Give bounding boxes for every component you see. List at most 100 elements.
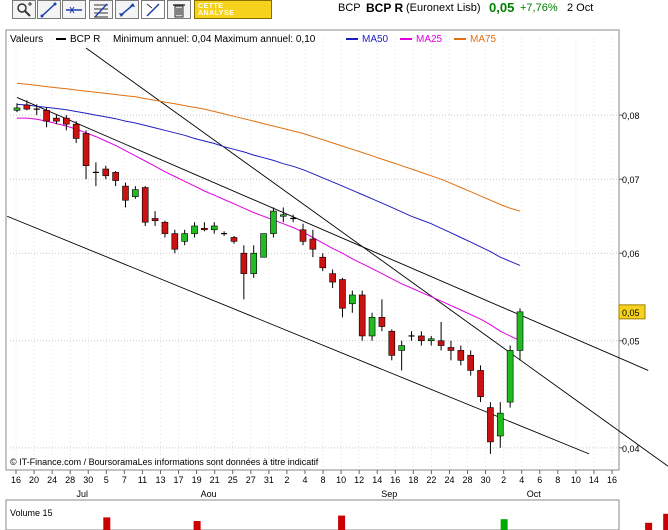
legend-label: Valeurs bbox=[10, 34, 43, 45]
volume-bar bbox=[500, 519, 508, 530]
x-tick-label: 10 bbox=[571, 475, 581, 485]
x-tick-label: 6 bbox=[537, 475, 542, 485]
candle-body bbox=[191, 225, 198, 234]
candle-body bbox=[141, 187, 149, 223]
x-tick-label: 14 bbox=[372, 475, 382, 485]
credit-text: © IT-Finance.com / BoursoramaLes informa… bbox=[10, 457, 319, 467]
x-tick-label: 25 bbox=[228, 475, 238, 485]
candle-body bbox=[496, 412, 504, 437]
candle-body bbox=[240, 252, 248, 274]
candle-body bbox=[201, 227, 208, 231]
month-label: Oct bbox=[527, 489, 542, 499]
x-tick-label: 31 bbox=[264, 475, 274, 485]
x-tick-label: 24 bbox=[444, 475, 454, 485]
candle-body bbox=[161, 221, 169, 234]
candle-body bbox=[151, 218, 159, 222]
month-label: Aou bbox=[201, 489, 217, 499]
x-tick-label: 4 bbox=[302, 475, 307, 485]
candle-body bbox=[398, 345, 405, 351]
candle-body bbox=[309, 238, 317, 250]
candle-body bbox=[112, 172, 119, 181]
legend-item-ma25: MA25 bbox=[416, 34, 443, 45]
candle-body bbox=[378, 317, 386, 327]
candle-body bbox=[437, 340, 445, 346]
candle-body bbox=[102, 168, 110, 177]
candle-body bbox=[329, 273, 336, 283]
volume-bar bbox=[645, 522, 653, 530]
x-tick-label: 24 bbox=[47, 475, 57, 485]
x-tick-label: 10 bbox=[336, 475, 346, 485]
candle-body bbox=[122, 185, 129, 201]
candle-body bbox=[516, 311, 524, 351]
legend-item-ma75: MA75 bbox=[470, 34, 497, 45]
x-tick-label: 2 bbox=[284, 475, 289, 485]
x-tick-label: 13 bbox=[155, 475, 165, 485]
y-tick-label: 0,05 bbox=[622, 337, 640, 347]
x-tick-label: 17 bbox=[174, 475, 184, 485]
candle-body bbox=[132, 189, 139, 197]
x-tick-label: 11 bbox=[138, 475, 147, 485]
candle-body bbox=[349, 294, 356, 305]
candle-body bbox=[82, 133, 90, 166]
xaxis-band bbox=[6, 472, 619, 488]
y-axis: 0,08 0,07 0,06 0,05 0,04 0,05 bbox=[618, 111, 646, 454]
volume-bar bbox=[663, 513, 668, 530]
candle-body bbox=[72, 123, 80, 139]
y-tick-label: 0,04 bbox=[622, 444, 640, 454]
x-tick-label: 30 bbox=[481, 475, 491, 485]
candle-body bbox=[13, 107, 21, 111]
candle-body bbox=[477, 370, 484, 397]
candle-body bbox=[53, 117, 60, 122]
candle-body bbox=[427, 338, 435, 342]
candle-body bbox=[467, 355, 474, 371]
x-tick-label: 30 bbox=[83, 475, 93, 485]
x-tick-label: 16 bbox=[11, 475, 21, 485]
candle-body bbox=[358, 294, 366, 337]
y-tick-label: 0,08 bbox=[622, 111, 640, 121]
x-tick-label: 8 bbox=[555, 475, 560, 485]
x-tick-label: 19 bbox=[192, 475, 202, 485]
x-tick-label: 28 bbox=[65, 475, 75, 485]
x-tick-label: 18 bbox=[408, 475, 418, 485]
candle-body bbox=[181, 233, 188, 242]
x-tick-label: 16 bbox=[390, 475, 400, 485]
x-tick-label: 7 bbox=[122, 475, 127, 485]
x-tick-label: 20 bbox=[29, 475, 39, 485]
x-tick-label: 22 bbox=[426, 475, 436, 485]
candle-body bbox=[388, 330, 396, 356]
legend-item-minmax: Minimum annuel: 0,04 Maximum annuel: 0,1… bbox=[113, 34, 316, 45]
candle-body bbox=[299, 229, 307, 242]
x-tick-label: 16 bbox=[607, 475, 617, 485]
candle-body bbox=[270, 210, 277, 234]
x-tick-label: 12 bbox=[354, 475, 364, 485]
candle-body bbox=[23, 104, 31, 110]
candle-body bbox=[418, 335, 425, 342]
candle-body bbox=[506, 350, 514, 403]
candle-body bbox=[230, 237, 238, 242]
x-tick-label: 2 bbox=[501, 475, 506, 485]
month-label: Jul bbox=[76, 489, 88, 499]
candle-body bbox=[43, 110, 50, 122]
candle-body bbox=[487, 407, 494, 443]
x-tick-label: 21 bbox=[210, 475, 220, 485]
x-tick-label: 8 bbox=[321, 475, 326, 485]
candle-body bbox=[260, 233, 267, 258]
volume-bar bbox=[193, 521, 201, 530]
month-label: Sep bbox=[381, 489, 397, 499]
volume-panel-frame bbox=[5, 499, 620, 530]
legend-item-price: BCP R bbox=[70, 34, 100, 45]
x-tick-label: 28 bbox=[463, 475, 473, 485]
candle-body bbox=[368, 317, 376, 337]
candle-body bbox=[447, 347, 455, 351]
candle-body bbox=[279, 214, 287, 217]
candle-body bbox=[319, 256, 327, 269]
candle-body bbox=[250, 252, 258, 274]
candle-body bbox=[457, 350, 465, 361]
x-tick-label: 4 bbox=[519, 475, 524, 485]
volume-bar bbox=[103, 517, 111, 530]
volume-bar bbox=[338, 515, 346, 530]
x-tick-label: 27 bbox=[246, 475, 256, 485]
legend-item-ma50: MA50 bbox=[362, 34, 389, 45]
y-tick-label: 0,07 bbox=[622, 175, 640, 185]
stock-chart[interactable]: 0,080,070,060,050,040,05 16 20 24 28 30 5 7 11 1… bbox=[0, 0, 668, 530]
